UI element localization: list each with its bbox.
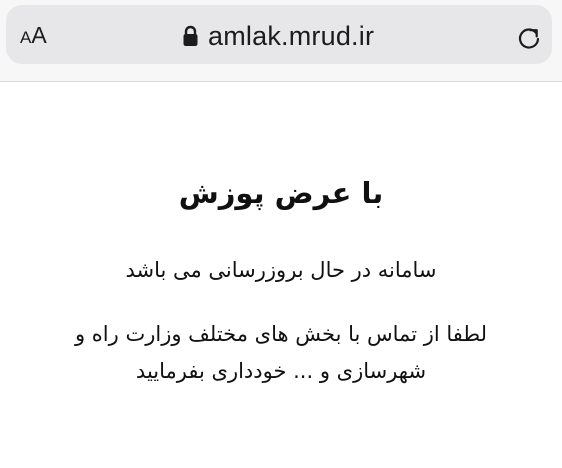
text-size-small-label: A [20,28,32,47]
text-size-button[interactable]: AA [20,24,47,47]
reload-icon[interactable] [515,25,543,53]
apology-heading: با عرض پوزش [178,176,384,211]
url-display[interactable]: amlak.mrud.ir [182,19,374,53]
maintenance-page: با عرض پوزش سامانه در حال بروزرسانی می ب… [0,82,562,468]
maintenance-message: سامانه در حال بروزرسانی می باشد [125,258,437,282]
address-bar[interactable]: AA amlak.mrud.ir [6,5,552,64]
browser-chrome: AA amlak.mrud.ir [0,0,562,82]
text-size-large-label: A [31,22,47,48]
url-text: amlak.mrud.ir [208,20,375,51]
contact-message-line-2: شهرسازی و ... خودداری بفرمایید [135,359,427,383]
lock-icon [183,25,198,46]
contact-message-line-1: لطفا از تماس با بخش های مختلف وزارت راه … [74,322,488,346]
